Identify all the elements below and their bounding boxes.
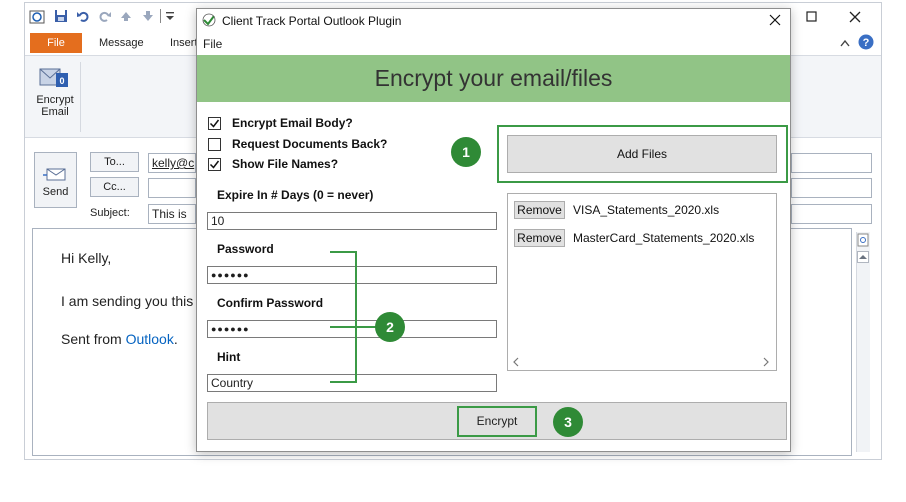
help-icon[interactable]: ?: [858, 34, 874, 50]
remove-file-button[interactable]: Remove: [514, 229, 565, 247]
encrypt-body-checkbox[interactable]: [208, 117, 221, 130]
tab-insert[interactable]: Insert: [170, 37, 196, 49]
subject-label: Subject:: [90, 207, 130, 219]
file-name: VISA_Statements_2020.xls: [573, 203, 720, 217]
outlook-app-icon: [29, 9, 47, 25]
expire-input[interactable]: 10: [207, 212, 497, 230]
send-button[interactable]: Send: [34, 152, 77, 208]
remove-file-button[interactable]: Remove: [514, 201, 565, 219]
step-badge-1: 1: [451, 137, 481, 167]
encrypt-email-button[interactable]: Encrypt Email: [32, 94, 78, 118]
subject-field[interactable]: This is: [148, 204, 196, 224]
body-scrollbar[interactable]: [856, 232, 870, 452]
body-greeting: Hi Kelly,: [61, 250, 112, 266]
svg-text:?: ?: [863, 37, 870, 49]
redo-icon[interactable]: [98, 9, 112, 23]
undo-icon[interactable]: [76, 9, 90, 23]
checkmark-icon: [209, 160, 220, 169]
password-label: Password: [217, 242, 274, 256]
save-icon[interactable]: [54, 9, 68, 23]
add-files-button[interactable]: Add Files: [507, 135, 777, 173]
send-icon: [42, 167, 69, 181]
password-bracket: [330, 250, 380, 386]
encrypt-email-label-1: Encrypt: [36, 94, 74, 106]
tab-file[interactable]: File: [30, 33, 82, 53]
show-file-names-label: Show File Names?: [232, 157, 339, 171]
dialog-banner: Encrypt your email/files: [197, 55, 790, 102]
qat-divider: [160, 9, 161, 23]
body-signature: Sent from Outlook.: [61, 331, 178, 347]
scroll-right-icon[interactable]: [762, 357, 770, 367]
attach-icon[interactable]: [857, 233, 869, 247]
cc-button[interactable]: Cc...: [90, 177, 139, 197]
encrypt-email-icon[interactable]: 0: [38, 65, 70, 89]
ribbon-group-divider: [80, 62, 81, 132]
to-field[interactable]: kelly@c: [148, 153, 196, 173]
encrypt-button[interactable]: Encrypt: [459, 408, 535, 435]
body-line: I am sending you this: [61, 293, 194, 309]
tab-message[interactable]: Message: [99, 37, 144, 49]
request-documents-checkbox[interactable]: [208, 138, 221, 151]
dialog-menu-file[interactable]: File: [203, 37, 222, 51]
cc-field-right[interactable]: [791, 178, 872, 198]
close-icon[interactable]: [848, 10, 862, 24]
file-name: MasterCard_Statements_2020.xls: [573, 231, 755, 245]
expire-label: Expire In # Days (0 = never): [217, 188, 374, 202]
maximize-icon[interactable]: [805, 10, 819, 24]
encrypt-body-label: Encrypt Email Body?: [232, 116, 353, 130]
hint-label: Hint: [217, 350, 241, 364]
confirm-password-label: Confirm Password: [217, 296, 324, 310]
send-label: Send: [42, 186, 69, 198]
request-documents-label: Request Documents Back?: [232, 137, 388, 151]
step-badge-2: 2: [375, 312, 405, 342]
to-button[interactable]: To...: [90, 152, 139, 172]
app-icon: [202, 13, 216, 27]
ribbon-collapse-icon[interactable]: [840, 39, 850, 47]
subject-field-right[interactable]: [791, 204, 872, 224]
arrow-down-icon[interactable]: [142, 10, 154, 22]
qat-customize-icon[interactable]: [165, 10, 175, 22]
svg-text:0: 0: [59, 76, 64, 86]
outlook-link[interactable]: Outlook: [126, 331, 174, 347]
scroll-up-icon[interactable]: [857, 251, 869, 263]
scroll-left-icon[interactable]: [512, 357, 520, 367]
body-sent-suffix: .: [173, 331, 178, 347]
dialog-close-icon[interactable]: [769, 14, 781, 26]
encrypt-email-label-2: Email: [41, 106, 69, 118]
cc-field[interactable]: [148, 178, 196, 198]
show-file-names-checkbox[interactable]: [208, 158, 221, 171]
body-sent-prefix: Sent from: [61, 331, 126, 347]
arrow-up-icon[interactable]: [120, 10, 132, 22]
files-list[interactable]: [507, 193, 777, 371]
dialog-title: Client Track Portal Outlook Plugin: [222, 14, 402, 28]
checkmark-icon: [209, 119, 220, 128]
to-field-right[interactable]: [791, 153, 872, 173]
step-badge-3: 3: [553, 407, 583, 437]
